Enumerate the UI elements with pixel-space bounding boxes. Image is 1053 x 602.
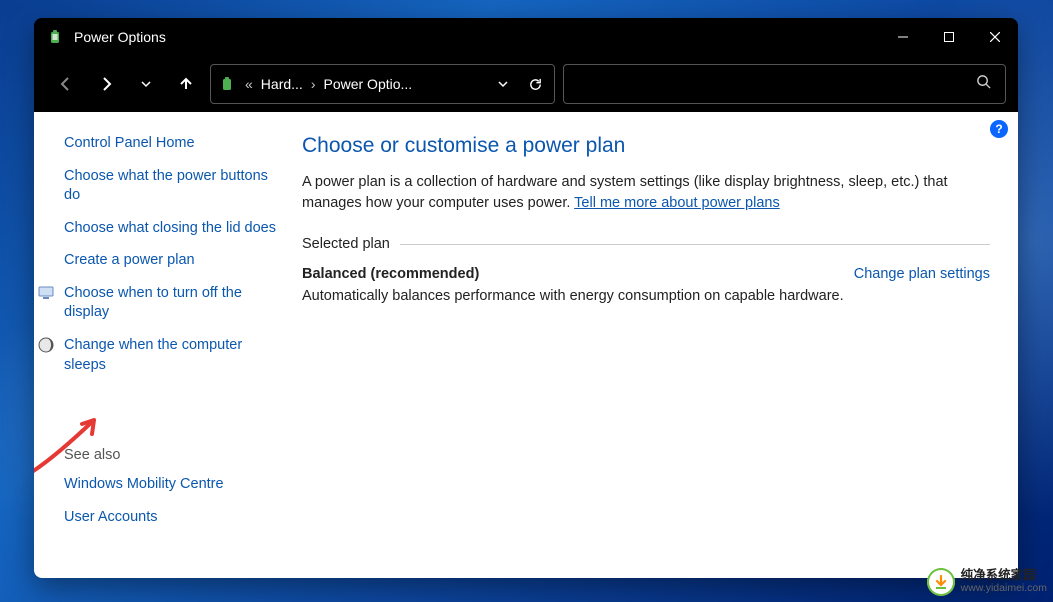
search-input[interactable]: [563, 64, 1006, 104]
breadcrumb-hardware[interactable]: Hard...: [261, 76, 303, 92]
watermark-url: www.yidaimei.com: [961, 583, 1047, 595]
see-also-heading: See also: [64, 447, 276, 463]
content-area: ? Control Panel Home Choose what the pow…: [34, 112, 1018, 578]
sidebar-item-label: Choose when to turn off the display: [64, 285, 242, 321]
maximize-button[interactable]: [926, 18, 972, 56]
chevron-right-icon: ›: [309, 76, 318, 92]
breadcrumb-bar[interactable]: « Hard... › Power Optio...: [210, 64, 555, 104]
forward-button[interactable]: [90, 68, 122, 100]
sidebar-link-turn-off-display[interactable]: Choose when to turn off the display: [64, 284, 276, 323]
plan-description: Automatically balances performance with …: [302, 288, 990, 304]
titlebar: Power Options: [34, 18, 1018, 56]
refresh-button[interactable]: [522, 71, 548, 97]
sidebar-item-label: Change when the computer sleeps: [64, 337, 242, 373]
back-button[interactable]: [50, 68, 82, 100]
up-button[interactable]: [170, 68, 202, 100]
display-icon: [38, 285, 54, 301]
minimize-button[interactable]: [880, 18, 926, 56]
watermark: 纯净系统家园 www.yidaimei.com: [927, 568, 1047, 596]
breadcrumb-dropdown[interactable]: [490, 71, 516, 97]
nav-toolbar: « Hard... › Power Optio...: [34, 56, 1018, 112]
breadcrumb-power-options[interactable]: Power Optio...: [323, 76, 412, 92]
plan-name: Balanced (recommended): [302, 266, 854, 282]
close-button[interactable]: [972, 18, 1018, 56]
page-description: A power plan is a collection of hardware…: [302, 172, 982, 214]
window-frame: Power Options « Hard... ›: [34, 18, 1018, 578]
battery-icon: [217, 74, 237, 94]
overflow-chevrons[interactable]: «: [243, 76, 255, 92]
main-panel: Choose or customise a power plan A power…: [290, 112, 1018, 578]
page-heading: Choose or customise a power plan: [302, 134, 990, 158]
watermark-title: 纯净系统家园: [961, 569, 1047, 583]
moon-icon: [38, 337, 54, 353]
sidebar: Control Panel Home Choose what the power…: [34, 112, 290, 578]
learn-more-link[interactable]: Tell me more about power plans: [574, 195, 780, 211]
see-also-user-accounts[interactable]: User Accounts: [64, 508, 276, 528]
watermark-badge-icon: [927, 568, 955, 596]
help-icon[interactable]: ?: [990, 120, 1008, 138]
sidebar-link-computer-sleeps[interactable]: Change when the computer sleeps: [64, 336, 276, 375]
sidebar-link-create-plan[interactable]: Create a power plan: [64, 251, 276, 271]
window-title: Power Options: [74, 29, 880, 45]
control-panel-home-link[interactable]: Control Panel Home: [64, 134, 276, 154]
change-plan-settings-link[interactable]: Change plan settings: [854, 266, 990, 282]
see-also-mobility-centre[interactable]: Windows Mobility Centre: [64, 475, 276, 495]
battery-icon: [46, 28, 64, 46]
sidebar-link-close-lid[interactable]: Choose what closing the lid does: [64, 219, 276, 239]
recent-dropdown-button[interactable]: [130, 68, 162, 100]
selected-plan-label: Selected plan: [302, 236, 400, 252]
search-icon: [976, 74, 991, 94]
divider: [400, 244, 990, 245]
sidebar-link-power-buttons[interactable]: Choose what the power buttons do: [64, 167, 276, 206]
